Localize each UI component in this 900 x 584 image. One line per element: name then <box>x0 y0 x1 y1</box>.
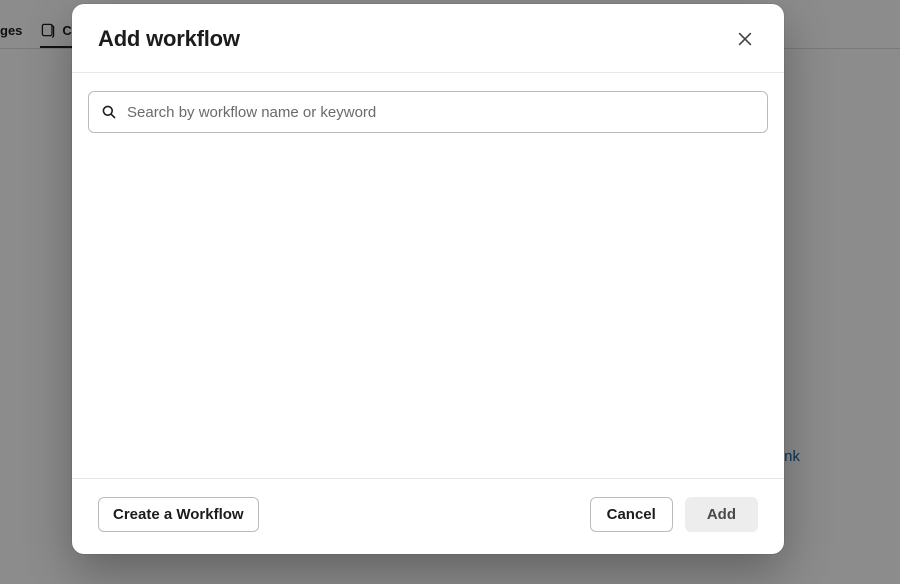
search-icon <box>101 104 117 120</box>
modal-title: Add workflow <box>98 26 240 52</box>
modal-footer: Create a Workflow Cancel Add <box>72 478 784 554</box>
add-button[interactable]: Add <box>685 497 758 532</box>
cancel-button[interactable]: Cancel <box>590 497 673 532</box>
create-workflow-button[interactable]: Create a Workflow <box>98 497 259 532</box>
close-icon <box>736 30 754 48</box>
close-button[interactable] <box>732 26 758 52</box>
footer-right-group: Cancel Add <box>590 497 758 532</box>
modal-body <box>72 73 784 478</box>
search-field-wrap[interactable] <box>88 91 768 133</box>
modal-header: Add workflow <box>72 4 784 73</box>
add-workflow-modal: Add workflow Create a Workflow Cancel Ad… <box>72 4 784 554</box>
search-input[interactable] <box>127 104 755 121</box>
